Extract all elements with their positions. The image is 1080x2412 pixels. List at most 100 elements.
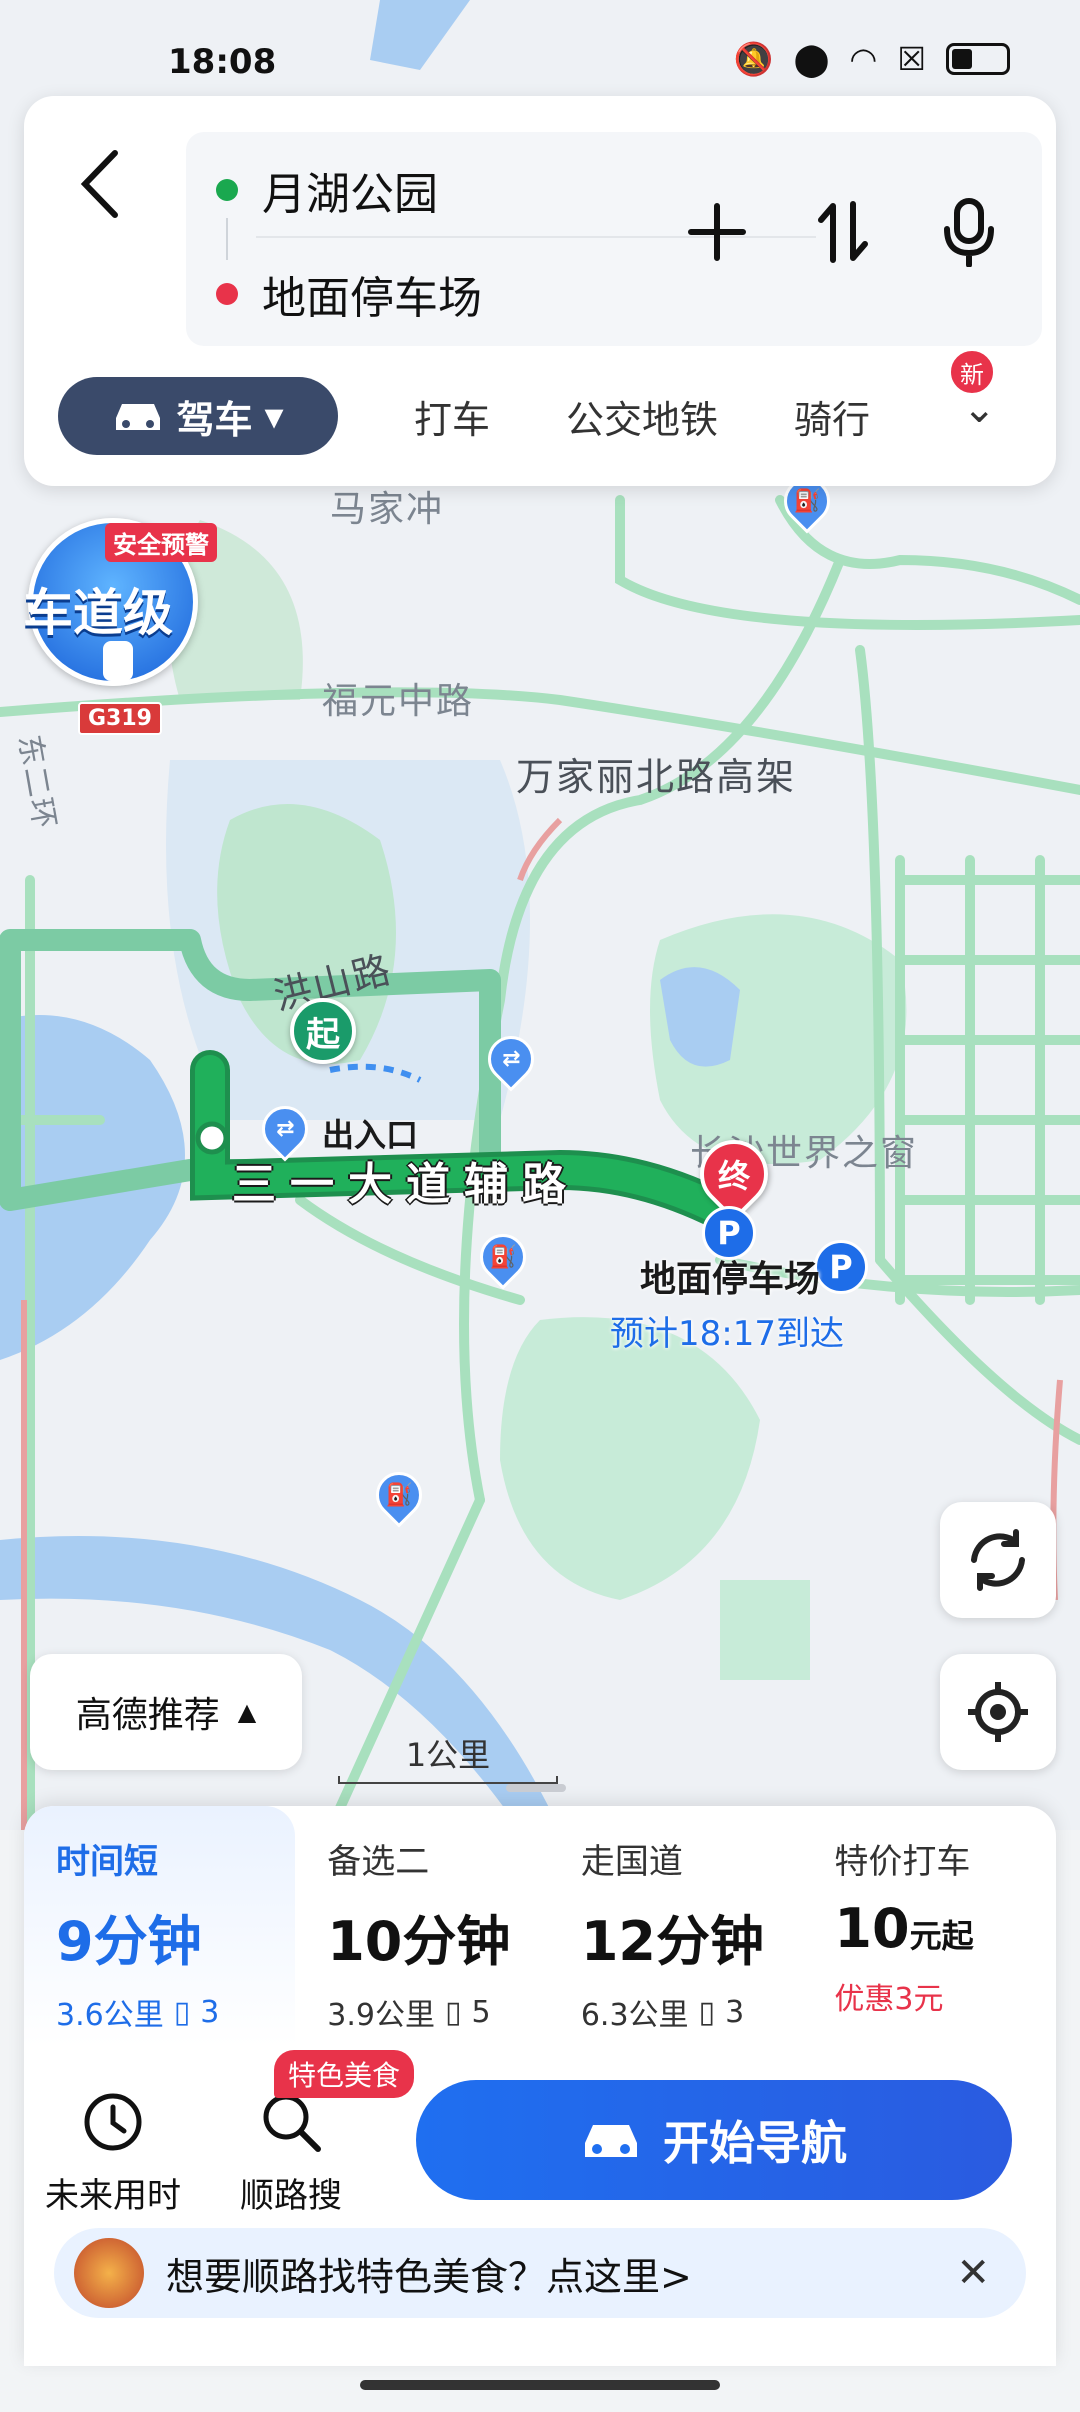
refresh-icon [971,1529,1025,1591]
car-icon [103,641,133,681]
route-option-alt2[interactable]: 备选二 10分钟 3.9公里 ▯ 5 [295,1806,549,2046]
route-option-time: 10分钟 [327,1910,511,1973]
route-preference-button[interactable]: 高德推荐 ▲ [30,1654,302,1770]
route-option-tag: 走国道 [580,1842,683,1882]
clock-icon [73,2082,153,2162]
caret-up-icon: ▲ [237,1698,257,1726]
safety-warning-tag: 安全预警 [105,523,217,562]
map-scale: 1公里 [338,1730,558,1784]
route-option-tag: 时间短 [56,1842,158,1882]
route-option-fastest[interactable]: 时间短 9分钟 3.6公里 ▯ 3 [24,1806,296,2046]
route-input-box: 月湖公园 地面停车场 [186,132,1042,346]
destination-field[interactable]: 地面停车场 [216,262,482,326]
swap-button[interactable] [810,192,876,272]
start-marker[interactable]: 起 [290,998,356,1064]
new-badge: 新 [948,348,996,396]
taxi-price-value: 10 [834,1897,910,1960]
tab-transit[interactable]: 公交地铁 [566,389,718,444]
hotpot-image [74,2238,144,2308]
location-icon: ⬤ [793,40,830,78]
entrance-label: 出入口 [322,1116,419,1154]
route-option-tag: 备选二 [327,1842,430,1882]
food-promo-banner[interactable]: 想要顺路找特色美食？点这里> ✕ [54,2228,1026,2318]
traffic-light-count: 3 [725,1994,745,2030]
route-option-national-road[interactable]: 走国道 12分钟 6.3公里 ▯ 3 [549,1806,803,2046]
route-option-meta: 3.9公里 ▯ 5 [327,1990,549,2034]
lane-level-text: 车道级 [23,584,173,642]
route-option-meta: 6.3公里 ▯ 3 [581,1990,803,2034]
traffic-light-icon: ▯ [698,1994,716,2030]
refresh-route-button[interactable] [940,1502,1056,1618]
destination-dot [216,283,238,305]
route-option-taxi-deal[interactable]: 特价打车 10元起 优惠3元 [802,1806,1056,2046]
food-tag-badge: 特色美食 [274,2050,415,2098]
route-option-distance: 3.6公里 [56,1998,164,2033]
chevron-left-icon [80,150,118,218]
route-actions [684,192,1002,272]
eta-label: 预计18:17到达 [610,1314,844,1354]
tab-cycling[interactable]: 骑行 [794,389,870,444]
along-route-search-button[interactable]: 顺路搜 [216,2082,366,2217]
drag-handle[interactable] [506,1784,566,1792]
highway-badge: G319 [78,702,162,735]
add-stop-icon [688,203,746,261]
status-icons: 🔕 ⬤ ◠ ☒ [734,40,1010,78]
tab-drive-label: 驾车 [176,397,253,442]
scale-bar [338,1776,558,1784]
locate-icon [968,1682,1028,1742]
along-route-search-label: 顺路搜 [240,2176,342,2216]
taxi-price-unit: 元起 [909,1917,974,1955]
microphone-icon [944,198,994,267]
route-option-time: 9分钟 [56,1910,202,1973]
origin-field[interactable]: 月湖公园 [216,158,438,222]
place-label-fuyuan-road: 福元中路 [322,681,475,722]
parking-icon[interactable]: P [814,1240,868,1294]
add-stop-button[interactable] [684,192,750,272]
signal-off-icon: ☒ [897,40,926,78]
tab-taxi[interactable]: 打车 [414,389,490,444]
start-navigation-label: 开始导航 [663,2116,847,2170]
more-modes-button[interactable]: ⌄ 新 [948,348,996,432]
traffic-light-icon: ▯ [444,1994,462,2030]
route-result-panel: 时间短 9分钟 3.6公里 ▯ 3 备选二 10分钟 3.9公里 ▯ 5 走国道… [24,1784,1056,2366]
traffic-light-icon: ▯ [173,1994,191,2030]
home-indicator[interactable] [360,2380,720,2390]
origin-dot [216,179,238,201]
destination-text: 地面停车场 [262,273,482,324]
car-icon [116,404,161,430]
taxi-discount: 优惠3元 [834,1982,944,2017]
future-time-button[interactable]: 未来用时 [38,2082,188,2217]
origin-destination-connector [226,218,228,260]
end-marker-label: 终 [717,1157,751,1196]
voice-input-button[interactable] [936,192,1002,272]
mute-icon: 🔕 [733,40,774,78]
transport-mode-tabs: 驾车 ▾ 打车 公交地铁 骑行 ⌄ 新 [58,348,1026,456]
wifi-icon: ◠ [849,40,878,78]
route-options: 时间短 9分钟 3.6公里 ▯ 3 备选二 10分钟 3.9公里 ▯ 5 走国道… [24,1806,1056,2046]
promo-text: 想要顺路找特色美食？点这里> [166,2254,692,2299]
route-option-time: 12分钟 [580,1910,764,1973]
swap-icon [818,201,868,263]
route-option-distance: 6.3公里 [580,1998,689,2033]
scale-label: 1公里 [405,1736,491,1774]
route-preference-label: 高德推荐 [75,1695,220,1736]
tab-drive[interactable]: 驾车 ▾ [58,377,338,455]
lane-level-badge[interactable]: 安全预警 车道级 [23,518,217,686]
back-button[interactable] [64,144,134,224]
origin-text: 月湖公园 [262,169,438,220]
status-time: 18:08 [168,42,277,82]
start-navigation-button[interactable]: 开始导航 [416,2080,1012,2200]
route-option-tag: 特价打车 [834,1842,971,1882]
destination-map-label: 地面停车场 [640,1259,821,1300]
place-label-wanjiali-elevated: 万家丽北路高架 [516,755,797,799]
route-option-meta: 3.6公里 ▯ 3 [56,1990,295,2034]
taxi-price: 10元起 [834,1897,1056,1960]
route-option-distance: 3.9公里 [327,1998,435,2033]
traffic-light-count: 5 [471,1994,491,2030]
close-icon[interactable]: ✕ [956,2250,990,2296]
locate-me-button[interactable] [940,1654,1056,1770]
future-time-label: 未来用时 [45,2176,181,2216]
battery-icon [946,43,1010,75]
caret-down-icon: ▾ [264,394,284,438]
traffic-light-count: 3 [200,1994,220,2030]
